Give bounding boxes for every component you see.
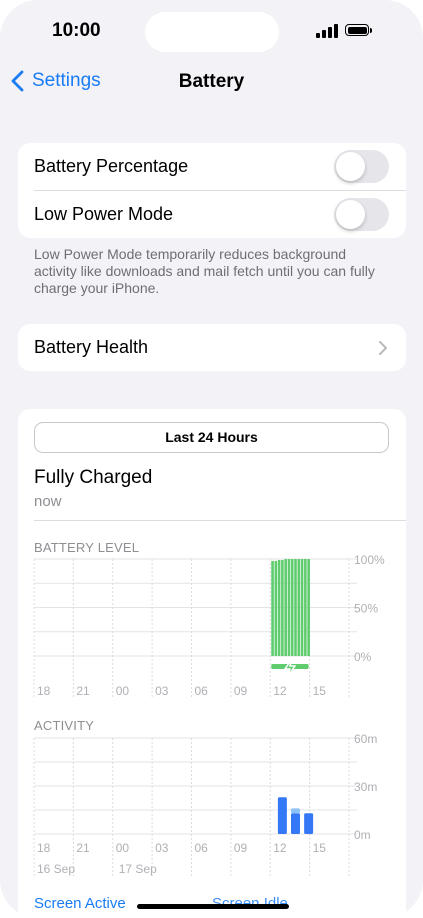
- battery-health-row[interactable]: Battery Health: [18, 324, 406, 371]
- battery-y-tick: 50%: [354, 602, 378, 616]
- screen-active-bar: [277, 797, 287, 834]
- battery-level-bar: [274, 560, 278, 656]
- battery-level-bar: [307, 559, 310, 656]
- activity-y-tick: 30m: [354, 780, 377, 794]
- battery-percentage-row: Battery Percentage: [18, 143, 406, 190]
- low-power-mode-label: Low Power Mode: [34, 204, 174, 224]
- phone-screen: 10:00 Settings Battery Battery Percentag…: [0, 0, 423, 918]
- battery-level-bar: [290, 559, 294, 656]
- battery-percentage-label: Battery Percentage: [34, 156, 189, 176]
- battery-charts: 100% 50% 0% 18 21 00 03 06 09 12 15 60m 30m 0m 18 21 00 0…: [33, 553, 385, 876]
- screen-idle-bar: [291, 808, 300, 814]
- activity-x-tick: 00: [116, 841, 130, 855]
- home-indicator: [137, 904, 289, 909]
- low-power-mode-row: Low Power Mode: [18, 191, 406, 238]
- battery-x-tick: 15: [313, 684, 327, 698]
- activity-x-tick: 03: [155, 841, 169, 855]
- activity-date-tick: 17 Sep: [119, 862, 157, 876]
- battery-level-bar: [294, 559, 297, 656]
- battery-tip-icon: [370, 28, 372, 33]
- battery-x-tick: 00: [116, 684, 130, 698]
- activity-x-tick: 06: [195, 841, 209, 855]
- battery-level-bar: [284, 559, 287, 656]
- battery-level-bar: [277, 559, 281, 656]
- activity-x-tick: 15: [313, 841, 327, 855]
- battery-icon: [345, 24, 369, 36]
- activity-x-tick: 12: [273, 841, 287, 855]
- toggle-group: Battery Percentage Low Power Mode: [18, 143, 406, 238]
- activity-x-tick: 21: [76, 841, 90, 855]
- status-time: 10:00: [52, 20, 101, 41]
- battery-level-bar: [297, 559, 301, 656]
- activity-x-tick: 09: [234, 841, 248, 855]
- activity-y-tick: 60m: [354, 732, 377, 746]
- toggle-knob: [336, 200, 365, 229]
- activity-y-tick: 0m: [354, 828, 371, 842]
- battery-health-cell: Battery Health: [18, 324, 406, 371]
- battery-x-tick: 18: [37, 684, 51, 698]
- battery-x-tick: 06: [195, 684, 209, 698]
- battery-x-tick: 12: [273, 684, 287, 698]
- legend-screen-active[interactable]: Screen Active: [34, 895, 126, 912]
- screen-active-bar: [291, 813, 300, 834]
- low-power-mode-toggle[interactable]: [334, 198, 389, 231]
- activity-date-tick: 16 Sep: [37, 862, 75, 876]
- battery-health-label: Battery Health: [34, 337, 149, 357]
- screen-active-bar: [304, 813, 314, 834]
- battery-usage-card: Last 24 Hours Fully Charged now BATTERY …: [18, 409, 406, 918]
- battery-level-bar: [304, 559, 307, 656]
- activity-x-tick: 18: [37, 841, 51, 855]
- battery-level-bar: [300, 559, 304, 656]
- battery-x-tick: 09: [234, 684, 248, 698]
- cellular-signal-icon: [316, 24, 338, 38]
- battery-x-tick: 21: [76, 684, 90, 698]
- page-title: Battery: [178, 71, 245, 92]
- battery-level-bar: [287, 559, 291, 656]
- battery-y-tick: 0%: [354, 650, 372, 664]
- battery-x-tick: 03: [155, 684, 169, 698]
- toggle-knob: [336, 152, 365, 181]
- chevron-right-icon: [379, 340, 387, 355]
- lightning-bolt-icon: [283, 658, 297, 677]
- battery-percentage-toggle[interactable]: [334, 150, 389, 183]
- battery-level-bar: [271, 560, 274, 656]
- low-power-footnote: Low Power Mode temporarily reduces backg…: [34, 246, 375, 296]
- dynamic-island: [145, 12, 279, 52]
- battery-level-bar: [281, 559, 284, 656]
- battery-y-tick: 100%: [354, 553, 385, 567]
